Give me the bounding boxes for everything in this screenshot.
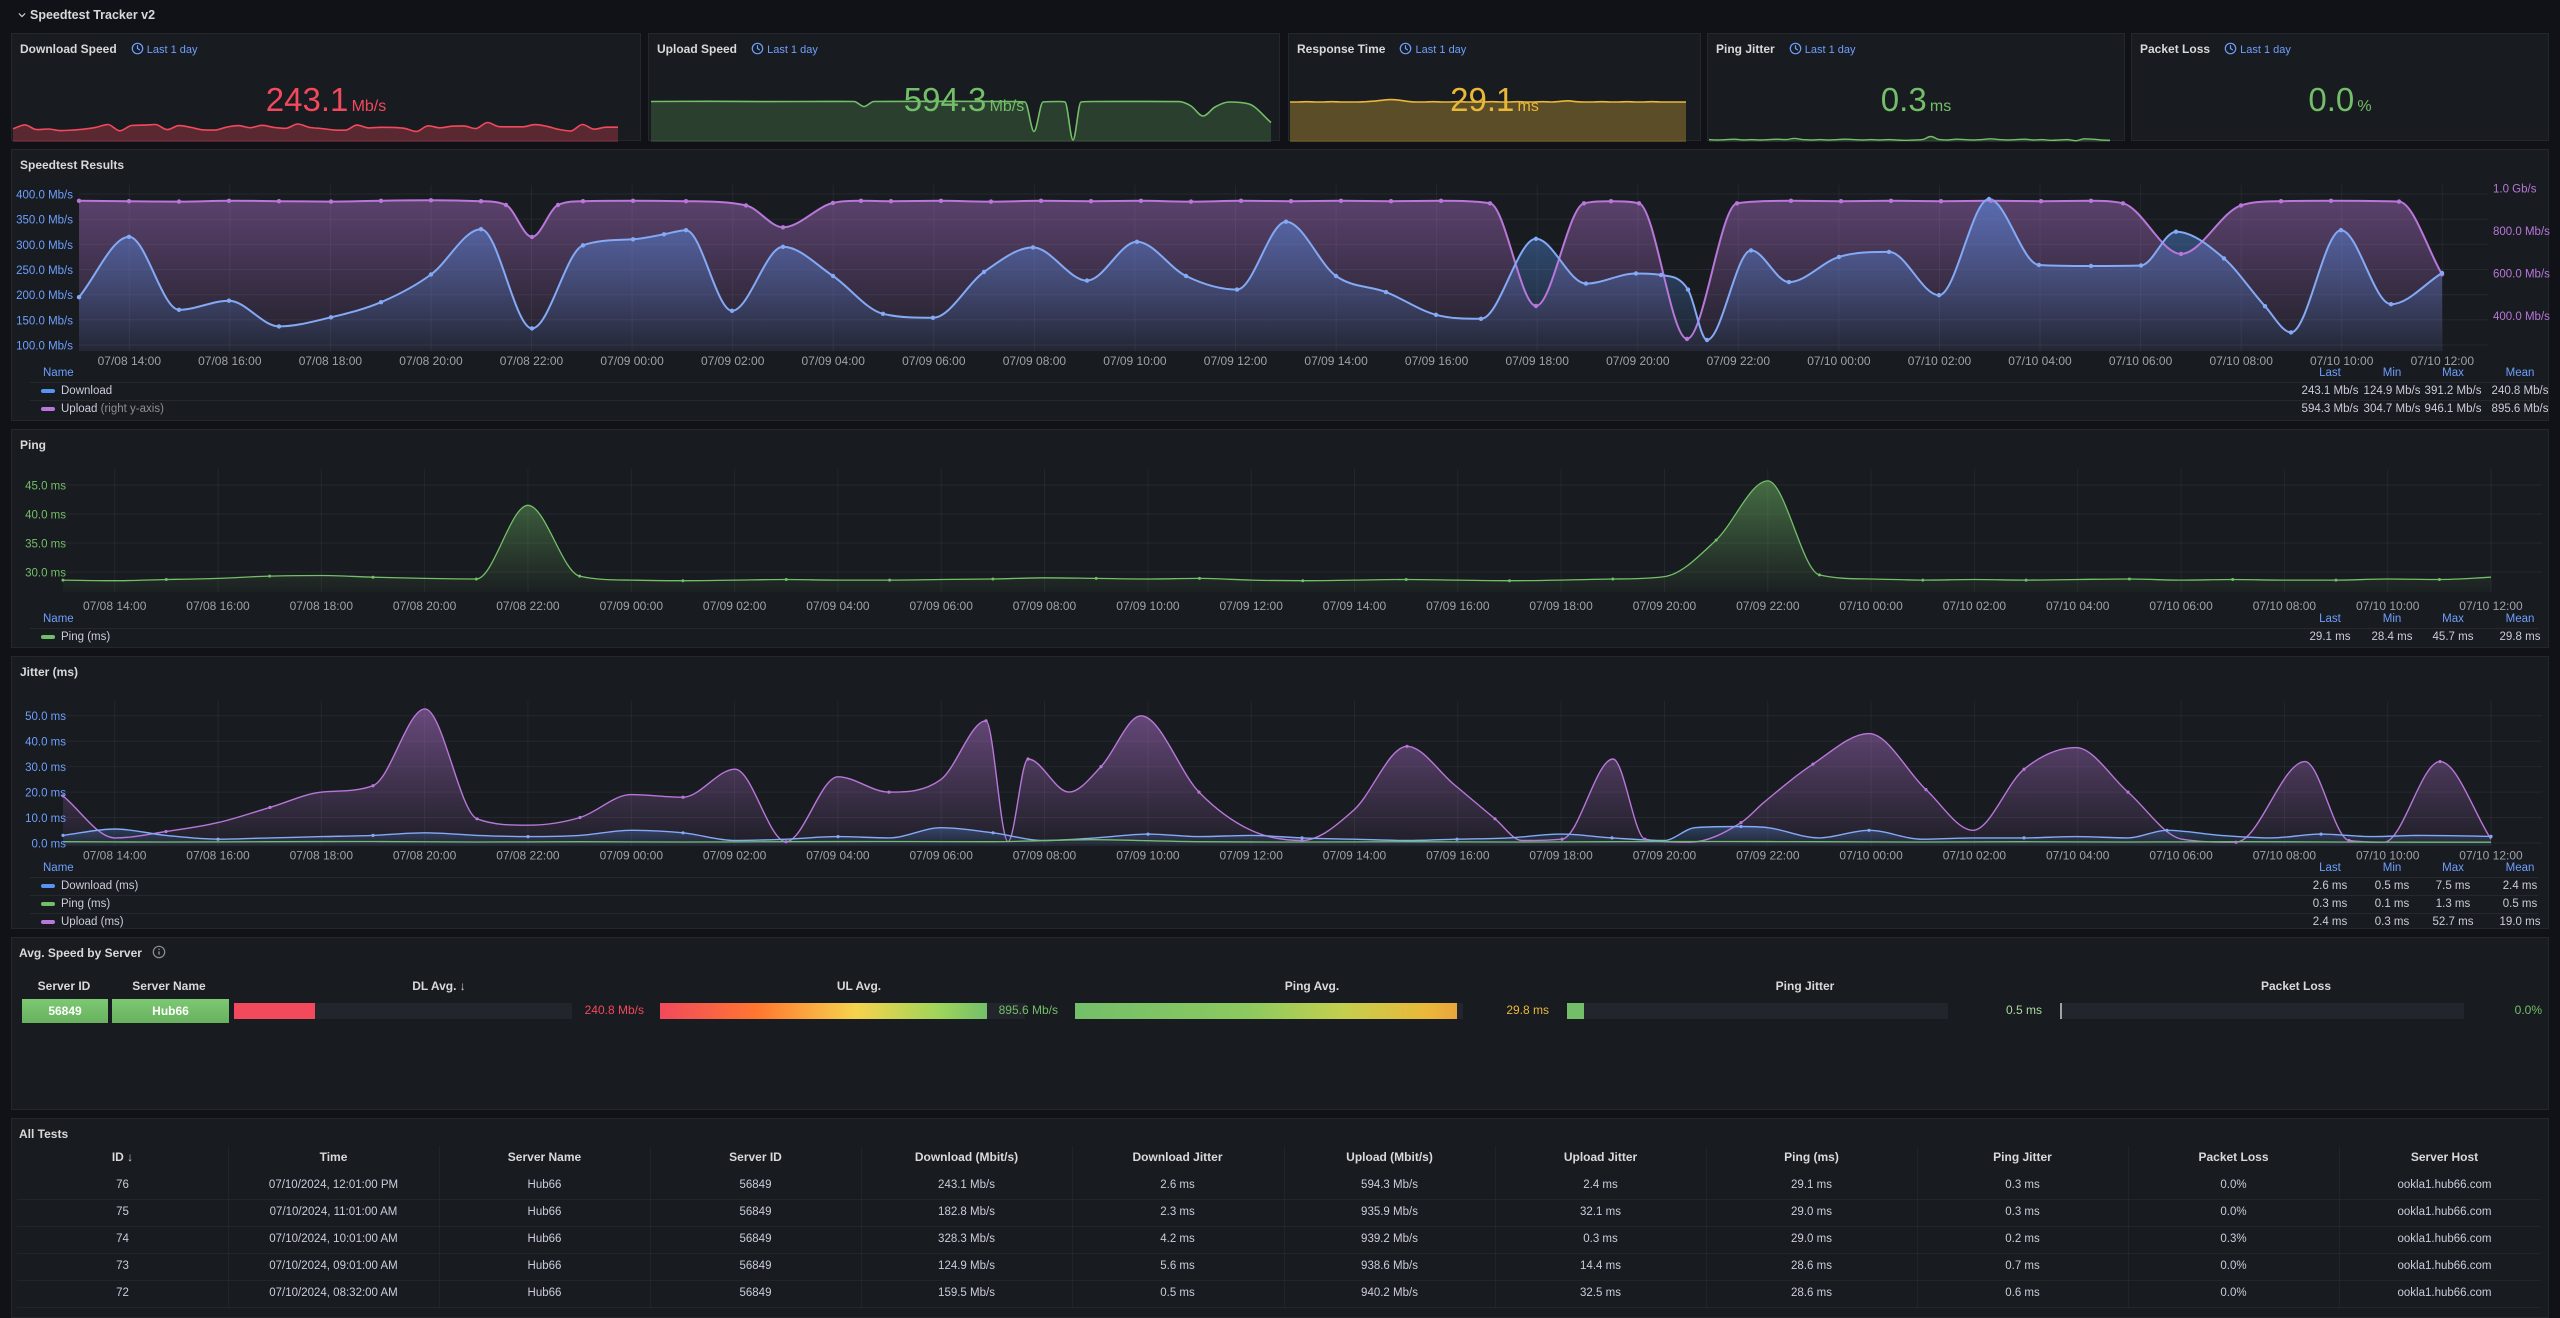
svg-text:200.0 Mb/s: 200.0 Mb/s <box>16 290 73 302</box>
svg-text:07/09 14:00: 07/09 14:00 <box>1304 354 1368 368</box>
svg-text:07/09 00:00: 07/09 00:00 <box>600 354 664 368</box>
svg-text:07/09 22:00: 07/09 22:00 <box>1736 849 1800 863</box>
svg-text:07/09 18:00: 07/09 18:00 <box>1529 599 1593 613</box>
svg-text:07/09 08:00: 07/09 08:00 <box>1013 849 1077 863</box>
svg-text:07/09 06:00: 07/09 06:00 <box>902 354 966 368</box>
svg-text:07/09 22:00: 07/09 22:00 <box>1736 599 1800 613</box>
svg-text:400.0 Mb/s: 400.0 Mb/s <box>16 190 73 202</box>
svg-text:07/09 02:00: 07/09 02:00 <box>703 849 767 863</box>
svg-text:150.0 Mb/s: 150.0 Mb/s <box>16 315 73 327</box>
svg-text:07/10 00:00: 07/10 00:00 <box>1807 354 1871 368</box>
svg-text:07/09 08:00: 07/09 08:00 <box>1003 354 1067 368</box>
svg-text:07/08 22:00: 07/08 22:00 <box>496 849 560 863</box>
svg-text:07/09 08:00: 07/09 08:00 <box>1013 599 1077 613</box>
svg-text:07/09 06:00: 07/09 06:00 <box>909 599 973 613</box>
svg-text:07/10 00:00: 07/10 00:00 <box>1839 849 1903 863</box>
svg-text:07/10 04:00: 07/10 04:00 <box>2008 354 2072 368</box>
svg-text:07/08 14:00: 07/08 14:00 <box>83 599 147 613</box>
svg-text:07/09 18:00: 07/09 18:00 <box>1505 354 1569 368</box>
svg-text:07/09 10:00: 07/09 10:00 <box>1103 354 1167 368</box>
svg-text:07/09 20:00: 07/09 20:00 <box>1606 354 1670 368</box>
svg-text:07/09 12:00: 07/09 12:00 <box>1219 849 1283 863</box>
svg-text:1.0 Gb/s: 1.0 Gb/s <box>2493 184 2537 196</box>
svg-text:07/10 00:00: 07/10 00:00 <box>1839 599 1903 613</box>
svg-text:07/10 06:00: 07/10 06:00 <box>2149 599 2213 613</box>
svg-text:07/08 20:00: 07/08 20:00 <box>393 849 457 863</box>
svg-text:40.0 ms: 40.0 ms <box>25 737 66 749</box>
svg-text:07/09 10:00: 07/09 10:00 <box>1116 849 1180 863</box>
svg-text:07/09 12:00: 07/09 12:00 <box>1219 599 1283 613</box>
svg-text:07/09 22:00: 07/09 22:00 <box>1707 354 1771 368</box>
svg-text:07/09 12:00: 07/09 12:00 <box>1204 354 1268 368</box>
svg-text:35.0 ms: 35.0 ms <box>25 539 66 551</box>
svg-text:350.0 Mb/s: 350.0 Mb/s <box>16 215 73 227</box>
svg-text:07/09 16:00: 07/09 16:00 <box>1405 354 1469 368</box>
svg-text:600.0 Mb/s: 600.0 Mb/s <box>2493 269 2550 281</box>
svg-text:07/09 00:00: 07/09 00:00 <box>600 599 664 613</box>
svg-text:07/08 14:00: 07/08 14:00 <box>98 354 162 368</box>
svg-text:300.0 Mb/s: 300.0 Mb/s <box>16 240 73 252</box>
svg-text:07/08 22:00: 07/08 22:00 <box>500 354 564 368</box>
svg-text:07/10 08:00: 07/10 08:00 <box>2209 354 2273 368</box>
svg-text:07/08 18:00: 07/08 18:00 <box>290 599 354 613</box>
svg-text:07/08 20:00: 07/08 20:00 <box>393 599 457 613</box>
svg-text:07/10 02:00: 07/10 02:00 <box>1943 849 2007 863</box>
svg-text:07/09 02:00: 07/09 02:00 <box>701 354 765 368</box>
svg-text:07/09 10:00: 07/09 10:00 <box>1116 599 1180 613</box>
svg-text:07/09 20:00: 07/09 20:00 <box>1633 849 1697 863</box>
svg-text:07/10 02:00: 07/10 02:00 <box>1943 599 2007 613</box>
svg-text:07/08 14:00: 07/08 14:00 <box>83 849 147 863</box>
svg-text:07/09 14:00: 07/09 14:00 <box>1323 849 1387 863</box>
svg-text:45.0 ms: 45.0 ms <box>25 481 66 493</box>
svg-text:20.0 ms: 20.0 ms <box>25 788 66 800</box>
svg-text:07/08 16:00: 07/08 16:00 <box>198 354 262 368</box>
svg-text:07/10 06:00: 07/10 06:00 <box>2149 849 2213 863</box>
svg-text:07/09 02:00: 07/09 02:00 <box>703 599 767 613</box>
svg-text:07/09 06:00: 07/09 06:00 <box>909 849 973 863</box>
svg-text:30.0 ms: 30.0 ms <box>25 568 66 580</box>
svg-text:400.0 Mb/s: 400.0 Mb/s <box>2493 311 2550 323</box>
svg-text:07/09 18:00: 07/09 18:00 <box>1529 849 1593 863</box>
svg-text:07/09 16:00: 07/09 16:00 <box>1426 599 1490 613</box>
svg-text:07/09 04:00: 07/09 04:00 <box>806 849 870 863</box>
svg-text:07/09 04:00: 07/09 04:00 <box>806 599 870 613</box>
svg-text:07/10 04:00: 07/10 04:00 <box>2046 599 2110 613</box>
svg-text:07/10 02:00: 07/10 02:00 <box>1908 354 1972 368</box>
svg-text:10.0 ms: 10.0 ms <box>25 813 66 825</box>
svg-text:40.0 ms: 40.0 ms <box>25 510 66 522</box>
svg-text:07/08 16:00: 07/08 16:00 <box>186 599 250 613</box>
svg-text:07/08 16:00: 07/08 16:00 <box>186 849 250 863</box>
svg-text:07/09 04:00: 07/09 04:00 <box>801 354 865 368</box>
svg-text:0.0 ms: 0.0 ms <box>31 839 66 851</box>
svg-text:50.0 ms: 50.0 ms <box>25 711 66 723</box>
svg-text:07/10 04:00: 07/10 04:00 <box>2046 849 2110 863</box>
svg-text:100.0 Mb/s: 100.0 Mb/s <box>16 341 73 353</box>
svg-text:250.0 Mb/s: 250.0 Mb/s <box>16 265 73 277</box>
svg-text:07/09 00:00: 07/09 00:00 <box>600 849 664 863</box>
svg-text:07/09 16:00: 07/09 16:00 <box>1426 849 1490 863</box>
svg-text:07/10 10:00: 07/10 10:00 <box>2356 599 2420 613</box>
svg-text:07/08 18:00: 07/08 18:00 <box>299 354 363 368</box>
svg-text:07/08 20:00: 07/08 20:00 <box>399 354 463 368</box>
svg-text:07/08 18:00: 07/08 18:00 <box>290 849 354 863</box>
svg-text:30.0 ms: 30.0 ms <box>25 762 66 774</box>
svg-text:07/10 06:00: 07/10 06:00 <box>2109 354 2173 368</box>
svg-text:07/09 20:00: 07/09 20:00 <box>1633 599 1697 613</box>
svg-text:07/08 22:00: 07/08 22:00 <box>496 599 560 613</box>
svg-text:07/10 12:00: 07/10 12:00 <box>2459 599 2523 613</box>
svg-text:07/10 08:00: 07/10 08:00 <box>2253 599 2317 613</box>
svg-text:07/09 14:00: 07/09 14:00 <box>1323 599 1387 613</box>
svg-text:800.0 Mb/s: 800.0 Mb/s <box>2493 226 2550 238</box>
